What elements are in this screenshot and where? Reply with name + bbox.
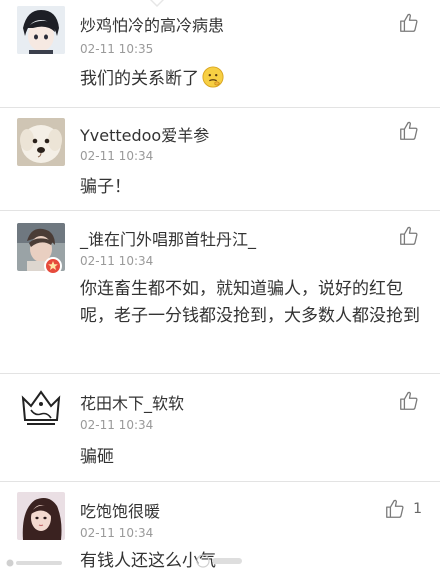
comment-item: 炒鸡怕冷的高冷病患 02-11 10:35 我们的关系断了	[0, 0, 440, 108]
comment-time: 02-11 10:35	[80, 42, 154, 56]
comment-text: 你连畜生都不如，就知道骗人，说好的红包呢，老子一分钱都没抢到，大多数人都没抢到	[80, 279, 420, 326]
comment-text: 有钱人还这么小气	[80, 551, 216, 571]
comment-username[interactable]: _谁在门外唱那首牡丹江_	[80, 226, 256, 250]
comment-time: 02-11 10:34	[80, 526, 154, 540]
comment-item: 花田木下_软软 02-11 10:34 骗砸	[0, 374, 440, 482]
avatar[interactable]	[17, 6, 65, 54]
like-icon[interactable]	[398, 120, 420, 142]
comment-text: 骗砸	[80, 447, 114, 467]
comment-text-content: 我们的关系断了	[80, 69, 199, 89]
comment-text: 骗子！	[80, 177, 131, 197]
avatar[interactable]	[17, 118, 65, 166]
watermark-center-icon	[196, 554, 244, 571]
comment-time: 02-11 10:34	[80, 254, 154, 268]
comment-time: 02-11 10:34	[80, 149, 154, 163]
like-icon[interactable]	[384, 498, 406, 520]
comment-username[interactable]: 炒鸡怕冷的高冷病患	[80, 12, 224, 36]
watermark-left-icon	[6, 558, 66, 571]
comment-username[interactable]: 吃饱饱很暖	[80, 498, 160, 522]
comment-time: 02-11 10:34	[80, 418, 154, 432]
like-icon[interactable]	[398, 12, 420, 34]
comment-item: Yvettedoo爱羊参 02-11 10:34 骗子！	[0, 108, 440, 211]
like-count: 1	[413, 501, 422, 517]
comment-item: _谁在门外唱那首牡丹江_ 02-11 10:34 你连畜生都不如，就知道骗人，说…	[0, 211, 440, 374]
comment-text: 我们的关系断了	[80, 66, 420, 93]
avatar[interactable]	[17, 492, 65, 540]
verified-badge-icon	[44, 257, 62, 275]
comment-username[interactable]: 花田木下_软软	[80, 390, 184, 414]
thinking-emoji-icon	[202, 66, 224, 88]
like-icon[interactable]	[398, 390, 420, 412]
comment-username[interactable]: Yvettedoo爱羊参	[80, 122, 209, 146]
like-icon[interactable]	[398, 225, 420, 247]
avatar[interactable]	[17, 384, 65, 432]
